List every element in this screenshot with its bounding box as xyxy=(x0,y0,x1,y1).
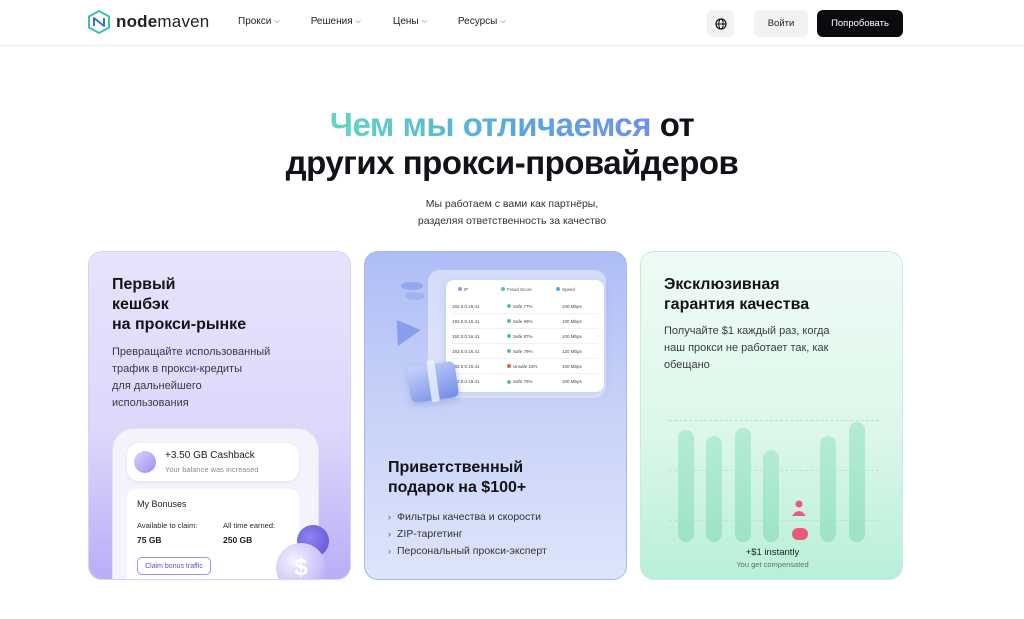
cashback-card: Первый кешбэк на прокси-рынке Превращайт… xyxy=(88,251,351,580)
proxy-table: IP Fraud Score Speed 192.0.0.16.41 Safe … xyxy=(446,280,604,392)
earned-value: 250 GB xyxy=(223,535,253,545)
chevron-right-icon: › xyxy=(388,529,391,539)
chevron-down-icon: ⌵ xyxy=(274,17,280,25)
available-label: Available to claim: xyxy=(137,521,198,530)
earned-label: All time earned: xyxy=(223,521,276,530)
page-title: Чем мы отличаемся от других прокси-прова… xyxy=(285,106,739,181)
cashback-subtitle: Your balance was increased xyxy=(165,465,259,474)
welcome-gift-card: IP Fraud Score Speed 192.0.0.16.41 Safe … xyxy=(364,251,627,580)
chevron-down-icon: ⌵ xyxy=(500,17,506,25)
logo[interactable]: nodemaven xyxy=(88,10,209,34)
table-row: 192.0.0.16.41 Unsafe 23% 100 Mbps xyxy=(452,359,598,374)
chevron-right-icon: › xyxy=(388,546,391,556)
nav-link-resources[interactable]: Ресурсы ⌵ xyxy=(458,16,506,27)
language-button[interactable] xyxy=(707,10,734,37)
guarantee-card: Эксклюзивная гарантия качества Получайте… xyxy=(640,251,903,580)
compensated-label: You get compensated xyxy=(736,560,809,569)
table-row: 192.0.0.16.41 Safe 77% 100 Mbps xyxy=(452,299,598,314)
fraud-score-icon xyxy=(501,287,505,292)
available-value: 75 GB xyxy=(137,535,162,545)
nav-link-proxy[interactable]: Прокси ⌵ xyxy=(238,16,280,27)
table-row: 192.0.0.16.41 Safe 79% 120 Mbps xyxy=(452,344,598,359)
paper-plane-icon xyxy=(385,311,421,347)
page-subtitle: Мы работаем с вами как партнёры, разделя… xyxy=(417,198,607,227)
list-item: › Фильтры качества и скорости xyxy=(388,509,547,526)
login-button[interactable]: Войти xyxy=(754,10,808,37)
logo-text: nodemaven xyxy=(116,12,210,31)
bar-decoration xyxy=(820,436,836,542)
bar-decoration xyxy=(763,450,779,542)
bonuses-panel: My Bonuses Available to claim: 75 GB All… xyxy=(127,489,299,579)
bar-decoration xyxy=(849,422,865,542)
card-text: Получайте $1 каждый раз, когда наш прокс… xyxy=(664,325,830,371)
card-title: Приветственный подарок на $100+ xyxy=(388,459,527,496)
speed-icon xyxy=(556,287,560,292)
list-item: › ZIP-таргетинг xyxy=(388,526,547,543)
grid-line xyxy=(669,420,879,421)
globe-icon xyxy=(714,17,727,30)
status-pill xyxy=(792,528,808,540)
feature-list: › Фильтры качества и скорости › ZIP-таргет… xyxy=(388,509,547,560)
bar-decoration xyxy=(706,436,722,542)
chevron-down-icon: ⌵ xyxy=(355,17,361,25)
try-button[interactable]: Попробовать xyxy=(817,10,903,37)
chevron-down-icon: ⌵ xyxy=(421,17,427,25)
nodemaven-logo-icon xyxy=(88,10,110,34)
disc-decoration xyxy=(401,282,423,290)
list-item: › Персональный прокси-эксперт xyxy=(388,543,547,560)
table-row: 192.0.0.16.41 Safe 75% 100 Mbps xyxy=(452,379,582,384)
bonuses-title: My Bonuses xyxy=(137,499,187,509)
card-title: Первый кешбэк на прокси-рынке xyxy=(112,276,247,333)
nav-link-solutions[interactable]: Решения ⌵ xyxy=(311,16,361,27)
table-row: 192.0.0.16.41 Safe 69% 100 Mbps xyxy=(452,314,598,329)
chevron-right-icon: › xyxy=(388,512,391,522)
cashback-notification: +3.50 GB Cashback Your balance was incre… xyxy=(127,443,299,481)
top-navbar: nodemaven Прокси ⌵ Решения ⌵ Цены ⌵ Ресурсы… xyxy=(0,0,1024,46)
person-icon xyxy=(792,500,806,516)
nav-links: Прокси ⌵ Решения ⌵ Цены ⌵ Ресурсы ⌵ xyxy=(238,16,506,27)
card-text: Превращайте использованный трафик в прок… xyxy=(112,346,271,409)
table-row: 192.0.0.16.41 Safe 87% 100 Mbps xyxy=(452,329,598,344)
cashback-title: +3.50 GB Cashback xyxy=(165,450,255,461)
ip-icon xyxy=(458,287,462,292)
card-title: Эксклюзивная гарантия качества xyxy=(664,276,810,313)
cashback-icon xyxy=(134,451,156,473)
claim-bonus-button[interactable]: Claim bonus traffic xyxy=(137,557,211,575)
nav-link-pricing[interactable]: Цены ⌵ xyxy=(393,16,427,27)
disc-decoration xyxy=(405,292,425,300)
instant-label: +$1 instantly xyxy=(745,547,800,558)
table-header: IP Fraud Score Speed xyxy=(446,280,604,298)
bar-decoration xyxy=(735,428,751,542)
bar-decoration xyxy=(678,430,694,542)
